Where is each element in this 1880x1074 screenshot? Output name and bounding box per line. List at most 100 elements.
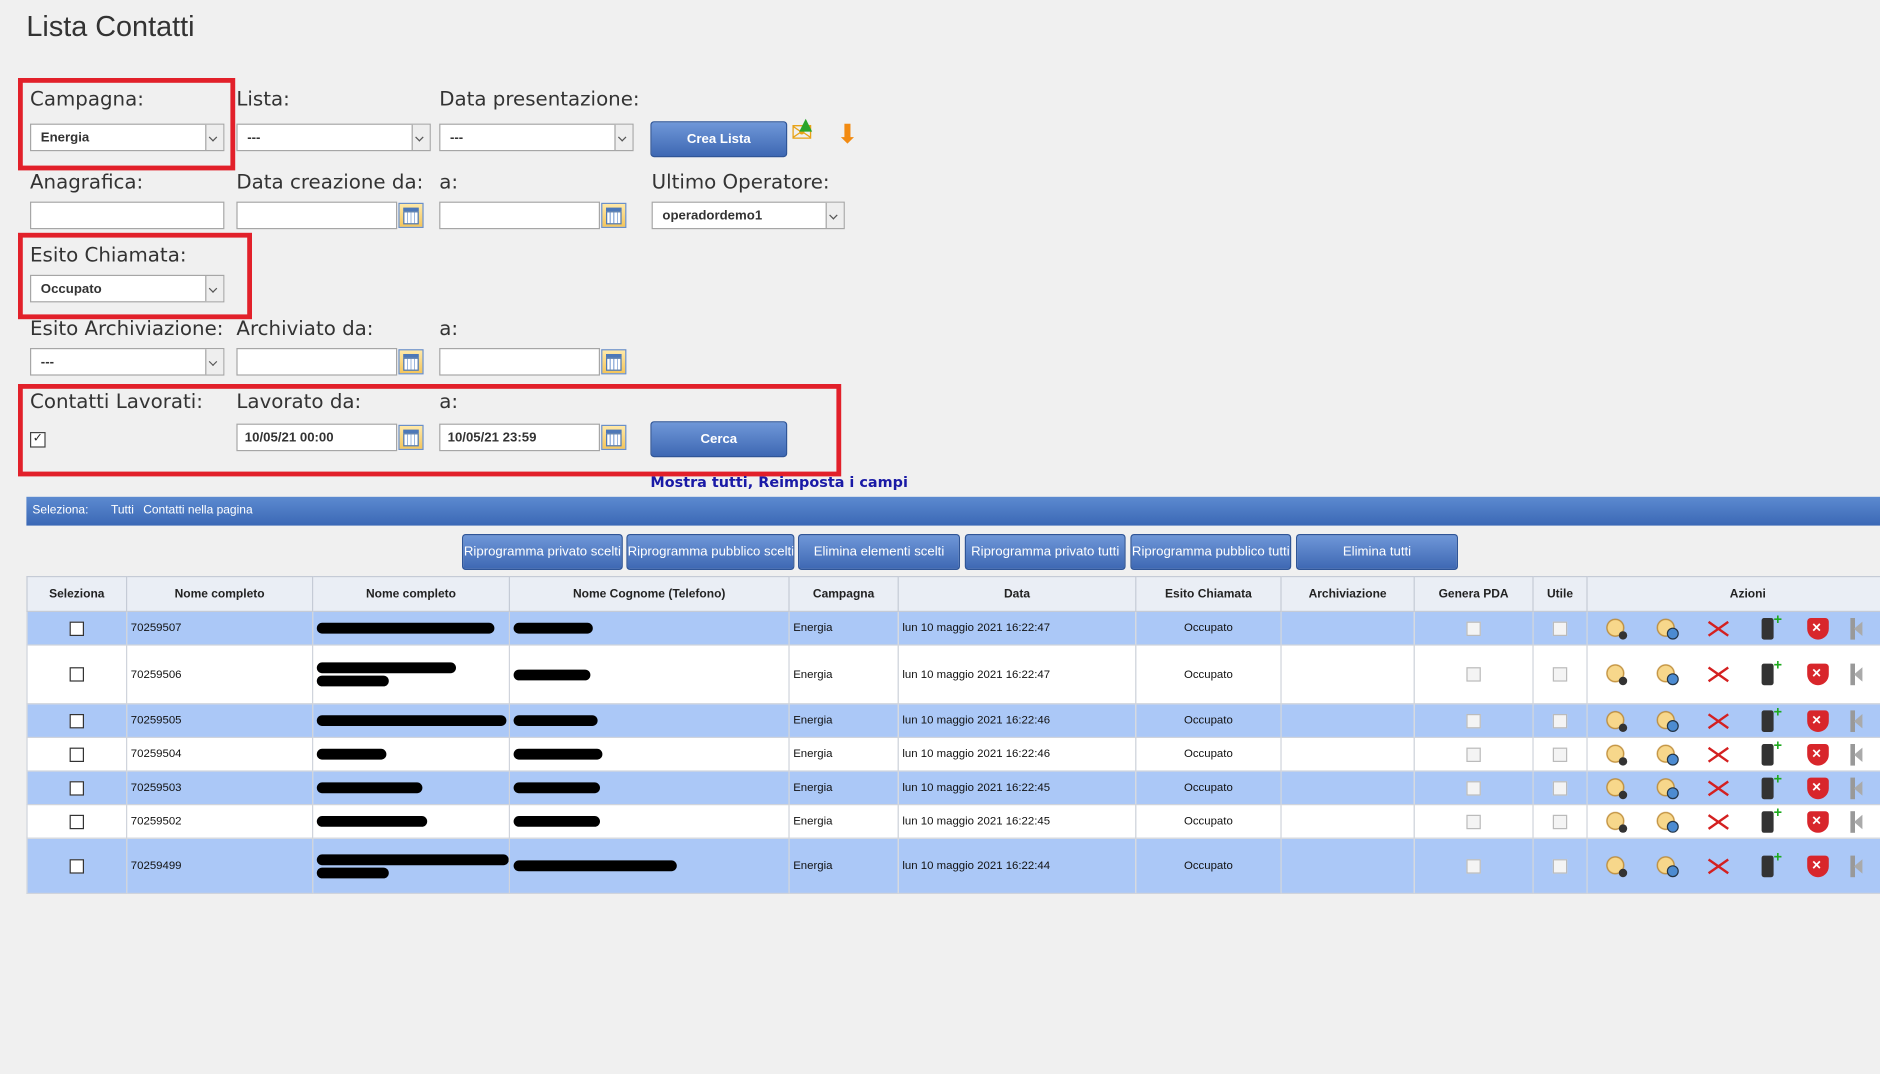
- group-call-icon[interactable]: [1656, 709, 1679, 732]
- riprogramma-pubblico-tutti-button[interactable]: Riprogramma pubblico tutti: [1130, 534, 1292, 570]
- user-call-icon[interactable]: [1605, 743, 1628, 765]
- genera-pda-checkbox[interactable]: [1466, 747, 1481, 762]
- redacted-text: [513, 816, 600, 827]
- phone-add-icon[interactable]: [1761, 772, 1782, 799]
- utile-checkbox[interactable]: [1552, 747, 1568, 762]
- row-checkbox[interactable]: [69, 747, 84, 762]
- speaker-icon[interactable]: [1850, 777, 1863, 799]
- redacted-text: [513, 669, 591, 680]
- elimina-tutti-button[interactable]: Elimina tutti: [1296, 534, 1458, 570]
- delete-x-icon[interactable]: [1706, 811, 1728, 833]
- data-creazione-da-input[interactable]: [236, 201, 398, 230]
- row-checkbox[interactable]: [69, 858, 84, 874]
- select-cell[interactable]: [26, 804, 128, 839]
- crea-lista-button[interactable]: Crea Lista: [650, 121, 788, 158]
- select-page-link[interactable]: Contatti nella pagina: [143, 504, 252, 517]
- genera-pda-checkbox[interactable]: [1466, 814, 1481, 829]
- user-call-icon[interactable]: [1605, 617, 1628, 639]
- riprogramma-pubblico-scelti-button[interactable]: Riprogramma pubblico scelti: [626, 534, 795, 570]
- archiviato-a-input[interactable]: [439, 348, 600, 376]
- ultimo-operatore-value: operadordemo1: [662, 208, 763, 224]
- elimina-elementi-scelti-button[interactable]: Elimina elementi scelti: [798, 534, 961, 570]
- mostra-tutti-link[interactable]: Mostra tutti, Reimposta i campi: [650, 474, 907, 491]
- riprogramma-privato-tutti-button[interactable]: Riprogramma privato tutti: [964, 534, 1126, 570]
- calendar-icon[interactable]: [398, 202, 424, 229]
- delete-x-icon[interactable]: [1706, 710, 1728, 732]
- calendar-icon[interactable]: [398, 349, 424, 375]
- delete-x-icon[interactable]: [1706, 777, 1728, 799]
- speaker-icon[interactable]: [1850, 709, 1863, 732]
- genera-pda-checkbox[interactable]: [1466, 858, 1481, 874]
- select-cell[interactable]: [26, 837, 128, 895]
- group-call-icon[interactable]: [1656, 743, 1679, 765]
- phone-add-icon[interactable]: [1761, 806, 1782, 833]
- phone-add-icon[interactable]: [1761, 656, 1782, 686]
- calendar-icon[interactable]: [601, 349, 627, 375]
- utile-checkbox[interactable]: [1552, 621, 1568, 636]
- delete-x-icon[interactable]: [1706, 664, 1728, 686]
- block-shield-icon[interactable]: [1807, 777, 1829, 799]
- row-checkbox[interactable]: [69, 713, 84, 728]
- speaker-icon[interactable]: [1850, 617, 1863, 639]
- esito-archiviazione-select[interactable]: ---: [30, 348, 225, 376]
- user-call-icon[interactable]: [1605, 855, 1628, 877]
- lista-select[interactable]: ---: [236, 123, 431, 152]
- speaker-icon[interactable]: [1850, 810, 1863, 833]
- utile-checkbox[interactable]: [1552, 858, 1568, 874]
- user-call-icon[interactable]: [1605, 663, 1628, 686]
- group-call-icon[interactable]: [1656, 855, 1679, 877]
- user-call-icon[interactable]: [1605, 709, 1628, 732]
- ultimo-operatore-select[interactable]: operadordemo1: [651, 201, 845, 230]
- download-icon[interactable]: ⬇: [836, 120, 858, 150]
- utile-checkbox[interactable]: [1552, 814, 1568, 829]
- row-checkbox[interactable]: [69, 780, 84, 796]
- speaker-icon[interactable]: [1850, 743, 1863, 765]
- row-checkbox[interactable]: [69, 814, 84, 829]
- highlight-box-esito-chiamata: [18, 232, 253, 320]
- select-cell[interactable]: [26, 610, 128, 646]
- riprogramma-privato-scelti-button[interactable]: Riprogramma privato scelti: [462, 534, 623, 570]
- phone-add-icon[interactable]: [1761, 848, 1782, 877]
- group-call-icon[interactable]: [1656, 617, 1679, 639]
- utile-checkbox[interactable]: [1552, 667, 1568, 682]
- delete-x-icon[interactable]: [1706, 743, 1728, 765]
- reimposta-campi-link[interactable]: Reimposta i campi: [758, 474, 908, 491]
- delete-x-icon[interactable]: [1706, 617, 1728, 639]
- genera-pda-checkbox[interactable]: [1466, 667, 1481, 682]
- block-shield-icon[interactable]: [1807, 810, 1829, 833]
- delete-x-icon[interactable]: [1706, 855, 1728, 877]
- select-cell[interactable]: [26, 644, 128, 705]
- table-row: 70259506 Energia lun 10 maggio 2021 16:22:…: [26, 644, 1880, 705]
- phone-add-icon[interactable]: [1761, 705, 1782, 732]
- block-shield-icon[interactable]: [1807, 709, 1829, 732]
- block-shield-icon[interactable]: [1807, 855, 1829, 877]
- row-checkbox[interactable]: [69, 621, 84, 636]
- genera-pda-checkbox[interactable]: [1466, 780, 1481, 796]
- data-presentazione-select[interactable]: ---: [439, 123, 634, 152]
- select-cell[interactable]: [26, 736, 128, 772]
- select-cell[interactable]: [26, 770, 128, 806]
- user-call-icon[interactable]: [1605, 777, 1628, 799]
- calendar-icon[interactable]: [601, 202, 627, 229]
- utile-checkbox[interactable]: [1552, 780, 1568, 796]
- data-creazione-a-input[interactable]: [439, 201, 600, 230]
- group-call-icon[interactable]: [1656, 777, 1679, 799]
- genera-pda-checkbox[interactable]: [1466, 713, 1481, 728]
- select-cell[interactable]: [26, 703, 128, 739]
- select-all-link[interactable]: Tutti: [111, 504, 134, 517]
- row-checkbox[interactable]: [69, 667, 84, 682]
- user-call-icon[interactable]: [1605, 810, 1628, 833]
- genera-pda-checkbox[interactable]: [1466, 621, 1481, 636]
- archiviato-da-input[interactable]: [236, 348, 398, 376]
- utile-checkbox[interactable]: [1552, 713, 1568, 728]
- phone-add-icon[interactable]: [1761, 739, 1782, 765]
- group-call-icon[interactable]: [1656, 810, 1679, 833]
- speaker-icon[interactable]: [1850, 663, 1863, 686]
- block-shield-icon[interactable]: [1807, 617, 1829, 639]
- speaker-icon[interactable]: [1850, 855, 1863, 877]
- phone-add-icon[interactable]: [1761, 613, 1782, 639]
- group-call-icon[interactable]: [1656, 663, 1679, 686]
- block-shield-icon[interactable]: [1807, 663, 1829, 686]
- anagrafica-input[interactable]: [30, 201, 225, 230]
- block-shield-icon[interactable]: [1807, 743, 1829, 765]
